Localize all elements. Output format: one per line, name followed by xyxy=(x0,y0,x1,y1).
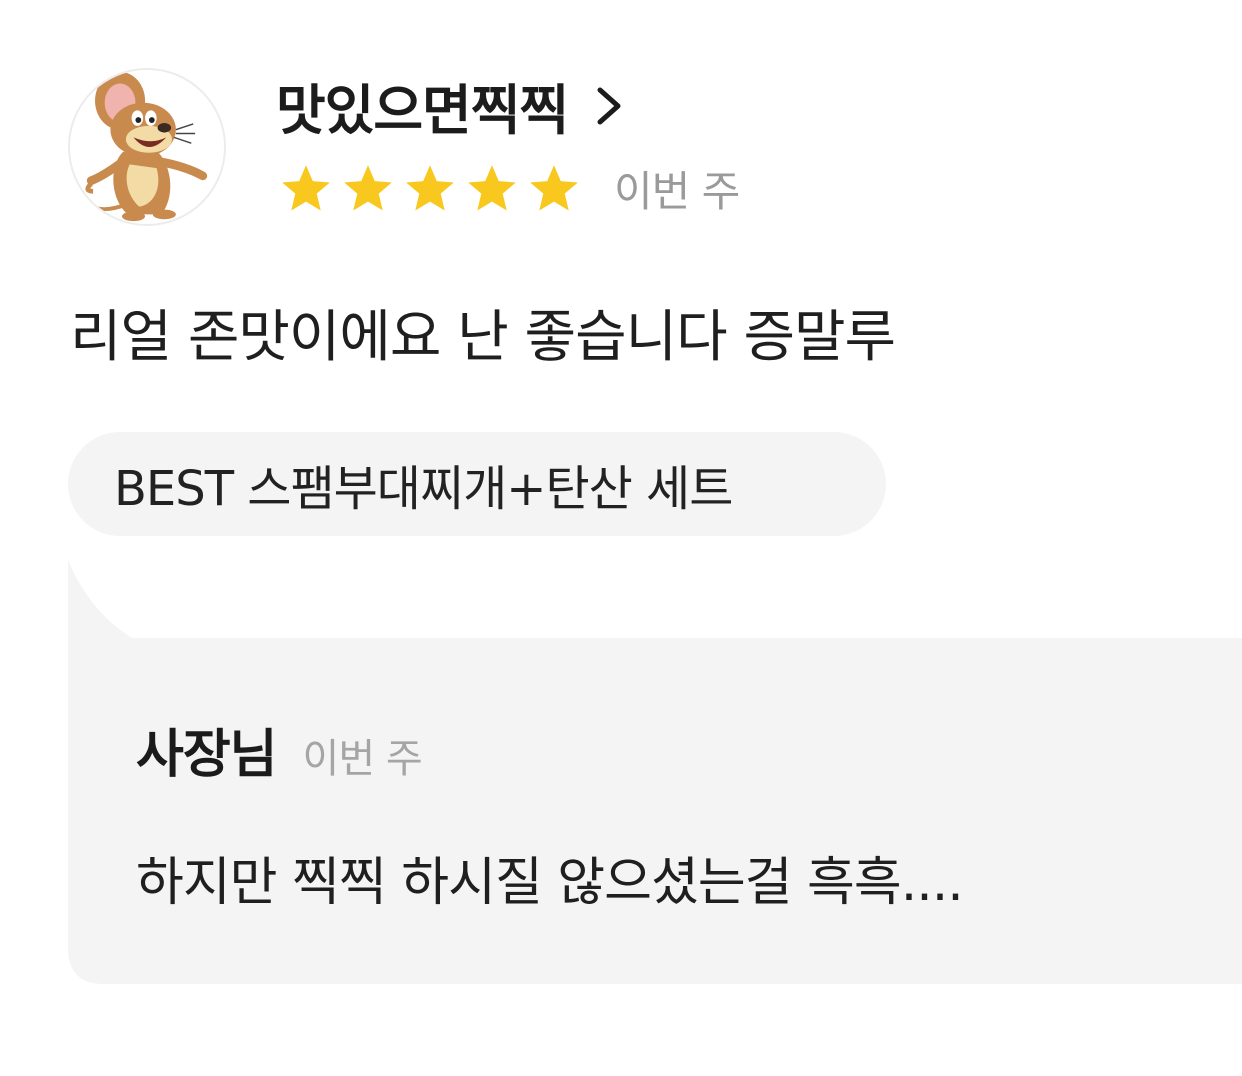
rating-row: 이번 주 xyxy=(278,158,740,219)
star-icon xyxy=(344,164,392,210)
owner-reply-date: 이번 주 xyxy=(302,736,423,782)
mouse-character-avatar-icon xyxy=(85,71,208,222)
ordered-menu-label: BEST 스팸부대찌개+탄산 세트 xyxy=(114,461,733,517)
star-icon xyxy=(530,164,578,210)
review-date: 이번 주 xyxy=(614,167,740,216)
ordered-menu-chip: BEST 스팸부대찌개+탄산 세트 xyxy=(68,432,886,536)
reviewer-nickname: 맛있으면찍찍 xyxy=(276,79,569,142)
star-icon xyxy=(468,164,516,210)
star-icon xyxy=(282,164,330,210)
review-text: 리얼 존맛이에요 난 좋습니다 증말루 xyxy=(70,305,896,370)
user-avatar[interactable] xyxy=(68,68,226,226)
owner-name: 사장님 xyxy=(136,725,278,785)
star-icon xyxy=(406,164,454,210)
reviewer-profile-link[interactable]: 맛있으면찍찍 xyxy=(276,66,624,145)
owner-reply-header: 사장님 이번 주 xyxy=(136,712,423,787)
chevron-right-icon xyxy=(597,87,621,124)
owner-reply-text: 하지만 찍찍 하시질 않으셨는걸 흑흑.... xyxy=(136,853,964,913)
star-rating xyxy=(278,161,582,217)
